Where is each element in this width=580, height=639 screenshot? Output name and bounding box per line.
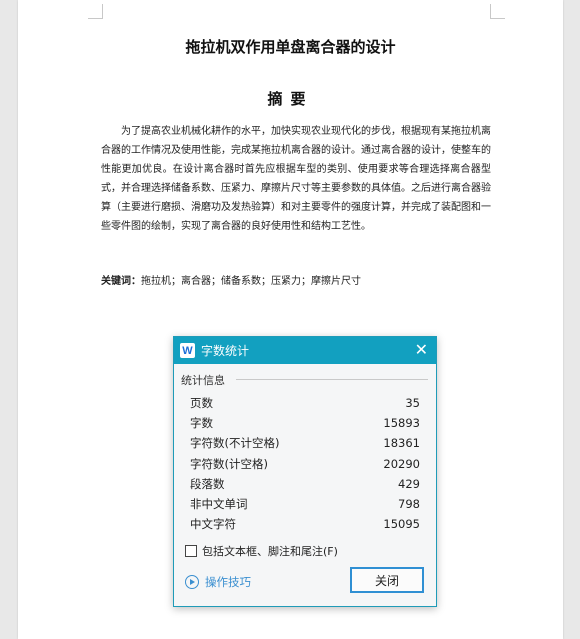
group-label: 统计信息 xyxy=(181,372,229,388)
close-button[interactable]: 关闭 xyxy=(350,567,424,593)
stat-row: 段落数 429 xyxy=(190,474,420,494)
stat-value: 15095 xyxy=(383,517,420,532)
tips-label: 操作技巧 xyxy=(205,575,251,589)
stat-value: 15893 xyxy=(383,416,420,431)
stat-label: 中文字符 xyxy=(190,517,236,532)
stat-label: 页数 xyxy=(190,396,213,410)
stat-row: 中文字符 15095 xyxy=(190,514,420,534)
document-title: 拖拉机双作用单盘离合器的设计 xyxy=(185,38,396,56)
stat-row: 字符数(不计空格) 18361 xyxy=(190,433,420,453)
keywords-line: 关键词：拖拉机；离合器；储备系数；压紧力；摩擦片尺寸 xyxy=(101,272,501,287)
stat-value: 20290 xyxy=(383,456,420,471)
stat-row: 页数 35 xyxy=(190,393,420,413)
stat-row: 字数 15893 xyxy=(190,413,420,433)
abstract-body: 为了提高农业机械化耕作的水平，加快实现农业现代化的步伐，根据现有某拖拉机离合器的… xyxy=(101,126,491,232)
stats-list: 页数 35 字数 15893 字符数(不计空格) 18361 字符数(计空格) 2029… xyxy=(190,393,420,534)
group-divider xyxy=(236,379,428,380)
stat-label: 字符数(计空格) xyxy=(190,456,268,471)
tips-link[interactable]: 操作技巧 xyxy=(185,574,251,590)
stat-value: 18361 xyxy=(383,436,420,451)
close-icon[interactable]: ✕ xyxy=(415,340,428,360)
margin-corner-mark xyxy=(490,4,505,19)
keywords-label: 关键词： xyxy=(101,276,141,287)
margin-corner-mark xyxy=(88,4,103,19)
stat-value: 798 xyxy=(398,496,420,511)
include-textbox-checkbox[interactable] xyxy=(185,545,197,557)
stat-label: 字数 xyxy=(190,416,213,431)
stat-label: 段落数 xyxy=(190,476,225,491)
play-circle-icon xyxy=(185,575,199,589)
word-count-dialog: W 字数统计 ✕ 统计信息 页数 35 字数 15893 字符数(不计空格) 1836… xyxy=(173,336,437,607)
stat-label: 非中文单词 xyxy=(190,496,248,511)
dialog-titlebar[interactable]: W 字数统计 ✕ xyxy=(174,337,436,364)
stat-row: 字符数(计空格) 20290 xyxy=(190,454,420,474)
keywords-text: 拖拉机；离合器；储备系数；压紧力；摩擦片尺寸 xyxy=(141,276,361,287)
stat-label: 字符数(不计空格) xyxy=(190,436,280,451)
include-textbox-footnotes-option[interactable]: 包括文本框、脚注和尾注(F) xyxy=(185,543,338,559)
abstract-heading: 摘要 xyxy=(267,90,314,108)
stat-value: 429 xyxy=(398,476,420,491)
stat-row: 非中文单词 798 xyxy=(190,494,420,514)
stat-value: 35 xyxy=(405,396,420,410)
dialog-title: 字数统计 xyxy=(201,344,250,358)
checkbox-label: 包括文本框、脚注和尾注(F) xyxy=(202,545,338,558)
wps-writer-icon: W xyxy=(180,343,195,358)
